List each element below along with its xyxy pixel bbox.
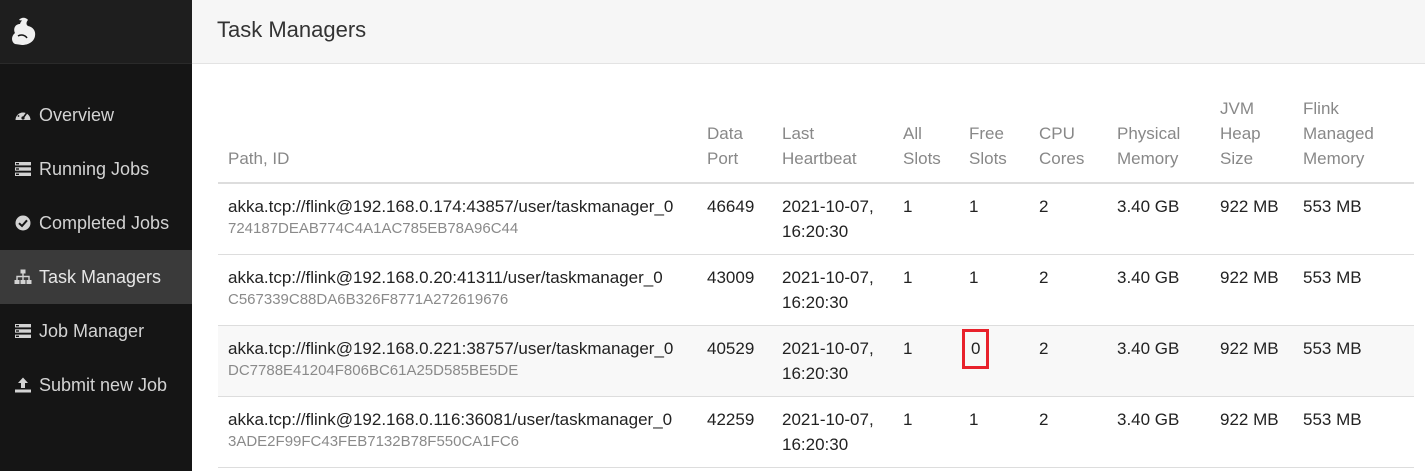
page-header: Task Managers	[192, 0, 1425, 64]
logo-area[interactable]	[0, 0, 192, 64]
taskmanager-path: akka.tcp://flink@192.168.0.174:43857/use…	[228, 197, 674, 216]
cell-last-heartbeat: 2021-10-07, 16:20:30	[772, 254, 893, 326]
cell-cpu-cores: 2	[1029, 325, 1107, 397]
dashboard-icon	[15, 110, 31, 120]
list-icon	[15, 324, 31, 338]
cell-physical-memory: 3.40 GB	[1107, 183, 1210, 255]
cell-path-id: akka.tcp://flink@192.168.0.221:38757/use…	[218, 325, 697, 397]
taskmanager-id: DC7788E41204F806BC61A25D585BE5DE	[228, 362, 519, 379]
cell-last-heartbeat: 2021-10-07, 16:20:30	[772, 396, 893, 468]
cell-all-slots: 1	[893, 183, 959, 255]
taskmanager-path: akka.tcp://flink@192.168.0.221:38757/use…	[228, 339, 674, 358]
column-header-flink-managed-memory[interactable]: Flink Managed Memory	[1293, 96, 1414, 184]
cell-jvm-heap-size: 922 MB	[1210, 396, 1293, 468]
sidebar-nav: Overview Running Jobs Completed Jobs Tas…	[0, 88, 192, 412]
table-row[interactable]: akka.tcp://flink@192.168.0.20:41311/user…	[218, 254, 1414, 326]
cell-cpu-cores: 2	[1029, 254, 1107, 326]
taskmanager-path: akka.tcp://flink@192.168.0.20:41311/user…	[228, 268, 663, 287]
column-header-last-heartbeat[interactable]: Last Heartbeat	[772, 96, 893, 184]
table-row[interactable]: akka.tcp://flink@192.168.0.116:36081/use…	[218, 396, 1414, 468]
cell-last-heartbeat: 2021-10-07, 16:20:30	[772, 325, 893, 397]
sitemap-icon	[14, 269, 32, 284]
cell-jvm-heap-size: 922 MB	[1210, 325, 1293, 397]
cell-physical-memory: 3.40 GB	[1107, 325, 1210, 397]
column-header-path-id[interactable]: Path, ID	[218, 96, 697, 184]
taskmanager-id: C567339C88DA6B326F8771A272619676	[228, 291, 509, 308]
cell-physical-memory: 3.40 GB	[1107, 396, 1210, 468]
cell-data-port: 43009	[697, 254, 772, 326]
cell-free-slots: 1	[959, 254, 1029, 326]
cell-path-id: akka.tcp://flink@192.168.0.20:41311/user…	[218, 254, 697, 326]
free-slots-highlight-box: 0	[961, 329, 990, 369]
sidebar-item-running-jobs[interactable]: Running Jobs	[0, 142, 192, 196]
cell-flink-managed-memory: 553 MB	[1293, 325, 1414, 397]
task-managers-table-container: Path, ID Data Port Last Heartbeat All Slots…	[218, 96, 1414, 468]
cell-free-slots: 0	[959, 325, 1029, 397]
cell-data-port: 40529	[697, 325, 772, 397]
task-managers-table: Path, ID Data Port Last Heartbeat All Slots…	[218, 96, 1414, 468]
flink-squirrel-logo	[12, 17, 36, 45]
table-row[interactable]: akka.tcp://flink@192.168.0.174:43857/use…	[218, 183, 1414, 255]
sidebar-item-label: Submit new Job	[39, 374, 168, 395]
sidebar-item-label: Task Managers	[39, 266, 162, 287]
column-header-all-slots[interactable]: All Slots	[893, 96, 959, 184]
column-header-jvm-heap-size[interactable]: JVM Heap Size	[1210, 96, 1293, 184]
table-header-row: Path, ID Data Port Last Heartbeat All Slots…	[218, 96, 1414, 184]
cell-cpu-cores: 2	[1029, 183, 1107, 255]
cell-data-port: 46649	[697, 183, 772, 255]
cell-cpu-cores: 2	[1029, 396, 1107, 468]
cell-last-heartbeat: 2021-10-07, 16:20:30	[772, 183, 893, 255]
sidebar-item-job-manager[interactable]: Job Manager	[0, 304, 192, 358]
cell-path-id: akka.tcp://flink@192.168.0.116:36081/use…	[218, 396, 697, 468]
cell-all-slots: 1	[893, 396, 959, 468]
cell-path-id: akka.tcp://flink@192.168.0.174:43857/use…	[218, 183, 697, 255]
sidebar-item-task-managers[interactable]: Task Managers	[0, 250, 192, 304]
cell-flink-managed-memory: 553 MB	[1293, 254, 1414, 326]
sidebar-item-label: Job Manager	[39, 320, 145, 341]
taskmanager-id: 724187DEAB774C4A1AC785EB78A96C44	[228, 220, 519, 237]
column-header-data-port[interactable]: Data Port	[697, 96, 772, 184]
column-header-physical-memory[interactable]: Physical Memory	[1107, 96, 1210, 184]
page-title: Task Managers	[217, 17, 367, 42]
sidebar-item-label: Running Jobs	[39, 158, 150, 179]
cell-data-port: 42259	[697, 396, 772, 468]
cell-flink-managed-memory: 553 MB	[1293, 183, 1414, 255]
sidebar-item-overview[interactable]: Overview	[0, 88, 192, 142]
cell-all-slots: 1	[893, 254, 959, 326]
cell-flink-managed-memory: 553 MB	[1293, 396, 1414, 468]
sidebar-item-label: Overview	[39, 104, 115, 125]
sidebar-item-submit-new-job[interactable]: Submit new Job	[0, 358, 192, 412]
cell-free-slots: 1	[959, 183, 1029, 255]
sidebar-item-label: Completed Jobs	[39, 212, 170, 233]
cell-jvm-heap-size: 922 MB	[1210, 183, 1293, 255]
cell-physical-memory: 3.40 GB	[1107, 254, 1210, 326]
taskmanager-path: akka.tcp://flink@192.168.0.116:36081/use…	[228, 410, 673, 429]
table-row[interactable]: akka.tcp://flink@192.168.0.221:38757/use…	[218, 325, 1414, 397]
column-header-cpu-cores[interactable]: CPU Cores	[1029, 96, 1107, 184]
upload-icon	[15, 377, 31, 393]
list-icon	[15, 162, 31, 176]
cell-jvm-heap-size: 922 MB	[1210, 254, 1293, 326]
sidebar: Overview Running Jobs Completed Jobs Tas…	[0, 0, 192, 471]
cell-free-slots: 1	[959, 396, 1029, 468]
sidebar-item-completed-jobs[interactable]: Completed Jobs	[0, 196, 192, 250]
cell-all-slots: 1	[893, 325, 959, 397]
taskmanager-id: 3ADE2F99FC43FEB7132B78F550CA1FC6	[228, 433, 519, 450]
check-circle-icon	[15, 215, 31, 231]
column-header-free-slots[interactable]: Free Slots	[959, 96, 1029, 184]
